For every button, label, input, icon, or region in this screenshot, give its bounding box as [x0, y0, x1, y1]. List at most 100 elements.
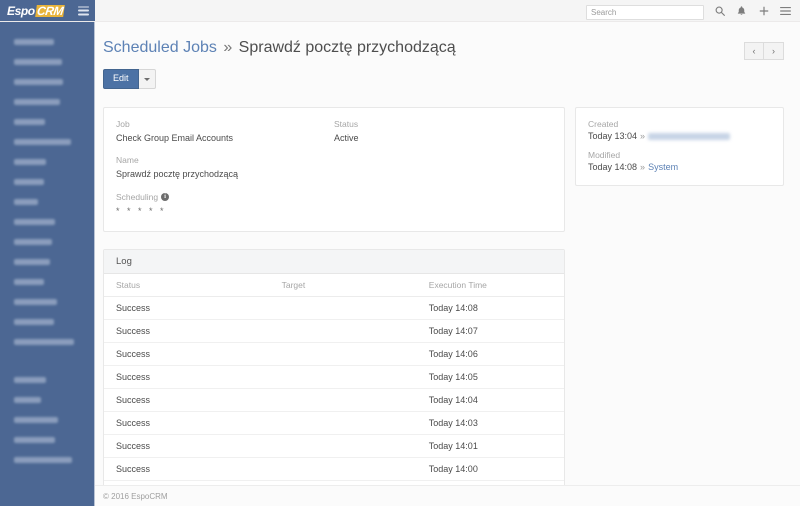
- table-row[interactable]: SuccessToday 14:06: [104, 342, 564, 365]
- field-name: Name Sprawdź pocztę przychodzącą: [116, 155, 334, 180]
- sidebar-item[interactable]: [0, 272, 94, 292]
- column-header-execution-time[interactable]: Execution Time: [417, 274, 564, 297]
- column-header-target[interactable]: Target: [270, 274, 417, 297]
- cell-target: [270, 296, 417, 319]
- cell-execution-time: Today 14:05: [417, 365, 564, 388]
- overview-panel: Job Check Group Email Accounts Name Spra…: [103, 107, 565, 232]
- sidebar-item[interactable]: [0, 172, 94, 192]
- sidebar-item[interactable]: [0, 430, 94, 450]
- sidebar-item-label: [14, 99, 60, 105]
- sidebar-item-label: [14, 377, 46, 383]
- sidebar-item-label: [14, 139, 71, 145]
- cell-target: [270, 388, 417, 411]
- overview-fields-left: Job Check Group Email Accounts Name Spra…: [116, 119, 334, 217]
- cell-target: [270, 319, 417, 342]
- log-table-head: Status Target Execution Time: [104, 274, 564, 297]
- cell-status: Success: [104, 411, 270, 434]
- field-modified: Modified Today 14:08 » System: [588, 150, 771, 172]
- info-icon[interactable]: i: [161, 193, 169, 201]
- app-root: EspoCRM: [0, 0, 800, 506]
- sidebar-item-label: [14, 119, 45, 125]
- table-row[interactable]: SuccessToday 14:08: [104, 296, 564, 319]
- sidebar-item[interactable]: [0, 252, 94, 272]
- sidebar-item-label: [14, 39, 54, 45]
- bell-icon[interactable]: [735, 4, 748, 18]
- cell-execution-time: Today 14:01: [417, 434, 564, 457]
- hamburger-bar: [78, 14, 89, 16]
- sidebar-item[interactable]: [0, 332, 94, 352]
- sidebar-item[interactable]: [0, 390, 94, 410]
- table-row[interactable]: Success Today 14:05: [104, 365, 564, 388]
- field-scheduling-label: Scheduling i: [116, 192, 334, 203]
- footer: © 2016 EspoCRM: [95, 485, 800, 506]
- sidebar-item[interactable]: [0, 112, 94, 132]
- sidebar-item-label: [14, 339, 74, 345]
- sidebar-item[interactable]: [0, 32, 94, 52]
- sidebar-item[interactable]: [0, 72, 94, 92]
- side-panel: Created Today 13:04 » Modified: [575, 107, 784, 186]
- previous-record-button[interactable]: ‹: [744, 42, 764, 60]
- sidebar-item[interactable]: [0, 312, 94, 332]
- sidebar-item[interactable]: [0, 370, 94, 390]
- search-input[interactable]: [586, 5, 704, 20]
- columns: Job Check Group Email Accounts Name Spra…: [103, 107, 784, 506]
- sidebar-item-label: [14, 299, 57, 305]
- hamburger-bar: [78, 10, 89, 12]
- sidebar-nav: [0, 22, 95, 506]
- created-by-user[interactable]: [648, 133, 730, 140]
- actions-dropdown-button[interactable]: [139, 69, 156, 89]
- sidebar-item[interactable]: [0, 132, 94, 152]
- page-header-left: Scheduled Jobs » Sprawdź pocztę przychod…: [103, 38, 744, 89]
- cell-execution-time: Today 14:04: [417, 388, 564, 411]
- plus-icon[interactable]: [757, 4, 770, 18]
- field-job-label: Job: [116, 119, 334, 130]
- sidebar-item-label: [14, 259, 50, 265]
- sidebar-item[interactable]: [0, 212, 94, 232]
- edit-button[interactable]: Edit: [103, 69, 139, 89]
- sidebar-item[interactable]: [0, 232, 94, 252]
- top-navbar: EspoCRM: [0, 0, 800, 22]
- record-pagination: ‹ ›: [744, 42, 784, 60]
- logo-crm-text: CRM: [35, 5, 65, 17]
- sidebar-item-label: [14, 159, 46, 165]
- espocrm-logo[interactable]: EspoCRM: [7, 5, 64, 17]
- breadcrumb: Scheduled Jobs » Sprawdź pocztę przychod…: [103, 38, 744, 57]
- sidebar-item[interactable]: [0, 450, 94, 470]
- modified-separator: »: [640, 162, 645, 172]
- created-timestamp: Today 13:04: [588, 131, 637, 141]
- body-row: Scheduled Jobs » Sprawdź pocztę przychod…: [0, 22, 800, 506]
- log-panel-title: Log: [104, 250, 564, 274]
- column-header-status[interactable]: Status: [104, 274, 270, 297]
- table-row[interactable]: SuccessToday 14:07: [104, 319, 564, 342]
- search-icon[interactable]: [713, 4, 726, 18]
- status-badge: Active: [334, 132, 552, 144]
- cell-target: [270, 411, 417, 434]
- sidebar-item[interactable]: [0, 52, 94, 72]
- breadcrumb-parent-link[interactable]: Scheduled Jobs: [103, 39, 217, 56]
- chevron-down-icon: [144, 78, 150, 81]
- sidebar-item[interactable]: [0, 92, 94, 112]
- table-row[interactable]: SuccessToday 14:00: [104, 457, 564, 480]
- log-table: Status Target Execution Time SuccessToda…: [104, 274, 564, 504]
- table-row[interactable]: SuccessToday 14:01: [104, 434, 564, 457]
- modified-by-user-link[interactable]: System: [648, 162, 678, 172]
- table-row[interactable]: SuccessToday 14:03: [104, 411, 564, 434]
- field-created: Created Today 13:04 »: [588, 119, 771, 141]
- sidebar-item[interactable]: [0, 410, 94, 430]
- next-record-button[interactable]: ›: [764, 42, 784, 60]
- table-row[interactable]: Success Today 14:04: [104, 388, 564, 411]
- modified-timestamp: Today 14:08: [588, 162, 637, 172]
- hamburger-icon[interactable]: [78, 6, 89, 15]
- sidebar-item-label: [14, 219, 55, 225]
- sidebar-item[interactable]: [0, 292, 94, 312]
- sidebar-item[interactable]: [0, 192, 94, 212]
- cell-status: Success: [104, 296, 270, 319]
- sidebar-item[interactable]: [0, 152, 94, 172]
- page-header: Scheduled Jobs » Sprawdź pocztę przychod…: [103, 38, 784, 89]
- logo-espo-text: Espo: [7, 5, 35, 17]
- cell-target: [270, 365, 417, 388]
- sidebar-item-label: [14, 59, 62, 65]
- cell-status: Success: [104, 388, 270, 411]
- menu-icon[interactable]: [779, 4, 792, 18]
- cell-status: Success: [104, 365, 270, 388]
